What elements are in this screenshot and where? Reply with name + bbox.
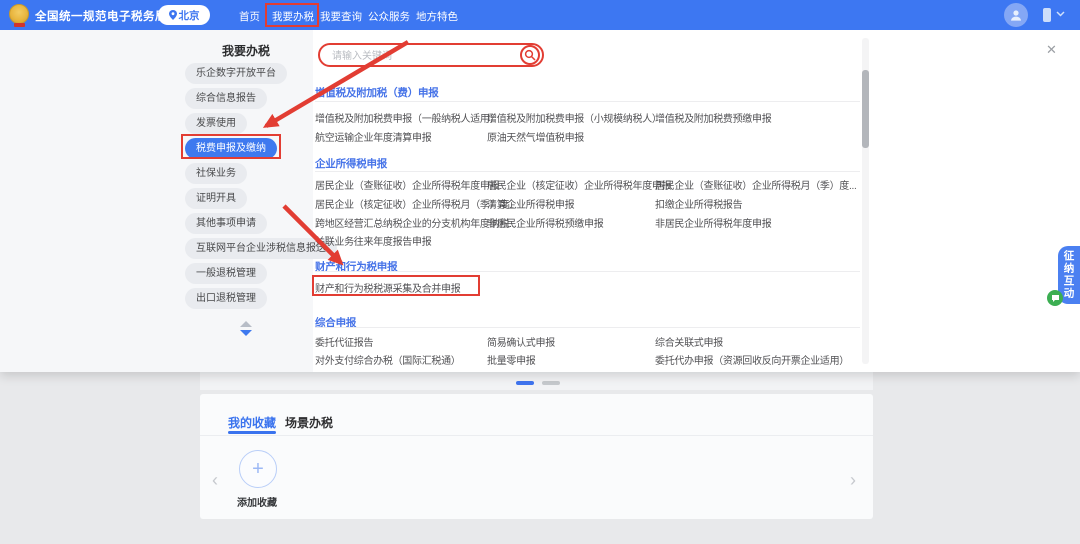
carousel-bottom-strip bbox=[200, 372, 873, 390]
link-related-party-annual-report[interactable]: 关联业务往来年度报告申报 bbox=[315, 233, 431, 248]
nav-i-want-to-file-tax[interactable]: 我要办税 bbox=[272, 9, 314, 24]
link-row: 增值税及附加税费申报（一般纳税人适用） 增值税及附加税费申报（小规模纳税人） 增… bbox=[315, 110, 860, 124]
site-title: 全国统一规范电子税务局 bbox=[35, 8, 167, 24]
section-title-vat: 增值税及附加税（费）申报 bbox=[315, 85, 439, 100]
section-title-corporate-income-tax: 企业所得税申报 bbox=[315, 156, 387, 171]
add-favorite-button[interactable]: + bbox=[239, 450, 277, 488]
link-simple-confirmation-declaration[interactable]: 简易确认式申报 bbox=[487, 334, 555, 349]
sidebar-item-export-tax-refund[interactable]: 出口退税管理 bbox=[185, 288, 267, 309]
link-liquidation-cit[interactable]: 清算企业所得税申报 bbox=[487, 196, 574, 211]
interaction-chat-icon[interactable] bbox=[1047, 290, 1063, 306]
sidebar-item-other-matters[interactable]: 其他事项申请 bbox=[185, 213, 267, 234]
sidebar-item-general-tax-refund[interactable]: 一般退税管理 bbox=[185, 263, 267, 284]
section-divider bbox=[315, 327, 860, 328]
sidebar-title: 我要办税 bbox=[222, 42, 270, 59]
link-nonresident-prepayment[interactable]: 非居民企业所得税预缴申报 bbox=[487, 215, 603, 230]
section-divider bbox=[315, 101, 860, 102]
sidebar-item-invoice-use[interactable]: 发票使用 bbox=[185, 113, 247, 134]
nav-home[interactable]: 首页 bbox=[239, 9, 260, 24]
link-property-behavior-tax-combined-declaration[interactable]: 财产和行为税税源采集及合并申报 bbox=[315, 280, 461, 295]
close-icon[interactable]: ✕ bbox=[1046, 42, 1057, 58]
link-row: 关联业务往来年度报告申报 bbox=[315, 233, 860, 247]
scrollbar-thumb[interactable] bbox=[862, 70, 869, 148]
sidebar-item-social-security[interactable]: 社保业务 bbox=[185, 163, 247, 184]
top-navigation-bar: 全国统一规范电子税务局 北京 首页 我要办税 我要查询 公众服务 地方特色 bbox=[0, 0, 1080, 30]
link-batch-zero-declaration[interactable]: 批量零申报 bbox=[487, 352, 536, 367]
tax-interaction-label: 征纳互动 bbox=[1062, 250, 1077, 300]
person-icon bbox=[1009, 8, 1023, 22]
menu-content: 增值税及附加税（费）申报 增值税及附加税费申报（一般纳税人适用） 增值税及附加税… bbox=[315, 30, 860, 372]
scroll-right-icon[interactable]: › bbox=[850, 470, 856, 491]
tab-my-favorites[interactable]: 我的收藏 bbox=[228, 414, 276, 431]
carousel-dot-active[interactable] bbox=[516, 381, 534, 385]
chevron-down-icon[interactable] bbox=[1056, 11, 1065, 17]
link-vat-prepayment[interactable]: 增值税及附加税费预缴申报 bbox=[655, 110, 771, 125]
link-resident-audit-monthly[interactable]: 居民企业（查账征收）企业所得税月（季）度... bbox=[655, 177, 856, 192]
location-pin-icon bbox=[169, 10, 177, 20]
sidebar-item-certificate-issuance[interactable]: 证明开具 bbox=[185, 188, 247, 209]
add-favorite-label: 添加收藏 bbox=[237, 494, 277, 509]
link-entrusted-collection-report[interactable]: 委托代征报告 bbox=[315, 334, 373, 349]
nav-i-want-to-query[interactable]: 我要查询 bbox=[320, 9, 362, 24]
link-vat-general-taxpayer[interactable]: 增值税及附加税费申报（一般纳税人适用） bbox=[315, 110, 499, 125]
link-resident-verified-annual[interactable]: 居民企业（核定征收）企业所得税年度申报 bbox=[487, 177, 671, 192]
link-resident-audit-annual[interactable]: 居民企业（查账征收）企业所得税年度申报 bbox=[315, 177, 499, 192]
location-label: 北京 bbox=[179, 8, 200, 23]
mobile-app-icon[interactable] bbox=[1043, 8, 1051, 22]
link-row: 对外支付综合办税（国际汇税通） 批量零申报 委托代办申报（资源回收反向开票企业适… bbox=[315, 352, 860, 366]
favorites-card: 我的收藏 场景办税 ‹ › + 添加收藏 bbox=[200, 394, 873, 519]
link-nonresident-annual[interactable]: 非居民企业所得税年度申报 bbox=[655, 215, 771, 230]
tax-filing-mega-menu: 我要办税 乐企数字开放平台 综合信息报告 发票使用 税费申报及缴纳 社保业务 证… bbox=[0, 30, 1080, 372]
active-tab-underline bbox=[228, 431, 276, 434]
section-divider bbox=[315, 271, 860, 272]
carousel-dot[interactable] bbox=[542, 381, 560, 385]
link-row: 跨地区经营汇总纳税企业的分支机构年度纳税... 非居民企业所得税预缴申报 非居民… bbox=[315, 215, 860, 229]
link-row: 财产和行为税税源采集及合并申报 bbox=[315, 280, 860, 294]
location-selector[interactable]: 北京 bbox=[158, 5, 210, 25]
link-row: 航空运输企业年度清算申报 原油天然气增值税申报 bbox=[315, 129, 860, 143]
link-vat-small-scale[interactable]: 增值税及附加税费申报（小规模纳税人） bbox=[487, 110, 662, 125]
link-row: 居民企业（查账征收）企业所得税年度申报 居民企业（核定征收）企业所得税年度申报 … bbox=[315, 177, 860, 191]
sidebar-page-up-icon[interactable] bbox=[240, 321, 252, 327]
nav-local-features[interactable]: 地方特色 bbox=[416, 9, 458, 24]
link-row: 居民企业（核定征收）企业所得税月（季）度... 清算企业所得税申报 扣缴企业所得… bbox=[315, 196, 860, 210]
tabs-divider bbox=[200, 435, 873, 436]
nav-public-services[interactable]: 公众服务 bbox=[368, 9, 410, 24]
sidebar-item-tax-declaration-payment[interactable]: 税费申报及缴纳 bbox=[185, 138, 277, 159]
national-emblem-logo bbox=[9, 4, 29, 24]
sidebar-item-leqi-platform[interactable]: 乐企数字开放平台 bbox=[185, 63, 287, 84]
sidebar-item-comprehensive-info-report[interactable]: 综合信息报告 bbox=[185, 88, 267, 109]
link-comprehensive-linked-declaration[interactable]: 综合关联式申报 bbox=[655, 334, 723, 349]
link-row: 委托代征报告 简易确认式申报 综合关联式申报 bbox=[315, 334, 860, 348]
user-avatar[interactable] bbox=[1004, 3, 1028, 27]
tab-scenario-tax[interactable]: 场景办税 bbox=[285, 414, 333, 431]
link-entrusted-agent-declaration[interactable]: 委托代办申报（资源回收反向开票企业适用） bbox=[655, 352, 849, 367]
emblem-ribbon bbox=[14, 23, 25, 27]
link-withholding-cit-report[interactable]: 扣缴企业所得税报告 bbox=[655, 196, 742, 211]
sidebar-page-down-icon[interactable] bbox=[240, 330, 252, 336]
scroll-left-icon[interactable]: ‹ bbox=[212, 470, 218, 491]
link-crude-oil-gas-vat[interactable]: 原油天然气增值税申报 bbox=[487, 129, 584, 144]
link-outbound-payment-tax[interactable]: 对外支付综合办税（国际汇税通） bbox=[315, 352, 461, 367]
link-air-transport-annual[interactable]: 航空运输企业年度清算申报 bbox=[315, 129, 431, 144]
etax-page: { "colors":{"topbar":"#3d77f2","accent":… bbox=[0, 0, 1080, 544]
section-divider bbox=[315, 171, 860, 172]
